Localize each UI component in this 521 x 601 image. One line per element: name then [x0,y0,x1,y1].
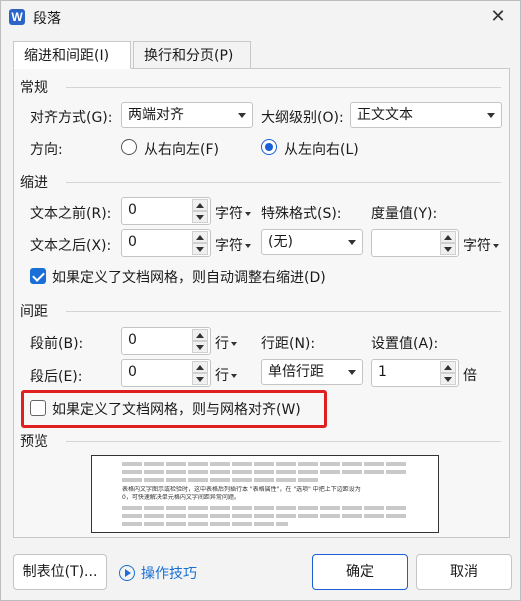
ltr-label[interactable]: 从左向右(L) [284,139,359,159]
unit-text: 字符 [215,206,243,222]
increment-icon[interactable] [440,361,456,373]
setting-value-unit: 倍 [463,368,477,384]
preview-sample-text: 表格内文字图示或检验时，这中表格后列插行本 "表格属性"，在 "选项" 中把上下… [122,486,361,493]
section-divider [66,87,501,88]
setting-value-label: 设置值(A): [371,336,439,352]
decrement-icon[interactable] [192,373,208,385]
section-preview-title: 预览 [20,434,48,450]
chevron-down-icon [231,374,237,378]
section-divider [66,441,501,442]
close-icon[interactable]: ✕ [486,5,510,29]
preview-sample-text: 0，可快速解决单元格内文字间距异常问题。 [122,494,240,501]
title-bar: W 段落 ✕ [1,1,520,33]
section-spacing-title: 间距 [20,304,48,320]
wps-writer-icon: W [9,9,25,25]
tips-link-label: 操作技巧 [141,566,197,582]
unit-text: 行 [215,368,229,384]
paragraph-dialog: W 段落 ✕ 缩进和间距(I) 换行和分页(P) 常规 对齐方式(G): 两端对… [0,0,521,601]
line-spacing-label: 行距(N): [261,336,316,352]
tips-link[interactable]: 操作技巧 [119,563,197,583]
increment-icon[interactable] [440,231,456,243]
preview-next-paragraph [122,514,408,518]
highlight-box [21,390,327,428]
indent-before-spinner[interactable]: 0 [121,197,211,225]
alignment-select[interactable]: 两端对齐 [121,102,253,128]
increment-icon[interactable] [192,329,208,341]
indent-before-value: 0 [128,202,137,218]
auto-adjust-indent-label[interactable]: 如果定义了文档网格，则自动调整右缩进(D) [52,267,326,287]
dialog-title: 段落 [33,11,61,27]
line-spacing-select[interactable]: 单倍行距 [261,359,363,385]
measure-spinner[interactable] [371,229,459,257]
cancel-button[interactable]: 取消 [416,554,512,590]
chevron-down-icon [348,240,356,245]
unit-text: 字符 [215,238,243,254]
indent-before-label: 文本之前(R): [30,206,112,222]
section-general-title: 常规 [20,80,48,96]
section-divider [66,182,501,183]
setting-value-spinner[interactable]: 1 [371,359,459,387]
tab-stops-button[interactable]: 制表位(T)... [13,554,107,590]
chevron-down-icon [245,244,251,248]
chevron-down-icon [487,113,495,118]
preview-prev-paragraph [122,478,318,482]
indent-after-value: 0 [128,234,137,250]
setting-value: 1 [378,364,387,380]
space-before-label: 段前(B): [30,336,84,352]
unit-text: 行 [215,336,229,352]
preview-box: 表格内文字图示或检验时，这中表格后列插行本 "表格属性"，在 "选项" 中把上下… [91,455,439,533]
chevron-down-icon [493,244,499,248]
ltr-radio[interactable] [261,139,277,155]
increment-icon[interactable] [192,199,208,211]
decrement-icon[interactable] [192,211,208,223]
space-before-spinner[interactable]: 0 [121,327,211,355]
decrement-icon[interactable] [440,243,456,255]
auto-adjust-indent-checkbox[interactable] [30,268,46,284]
space-before-value: 0 [128,332,137,348]
alignment-value: 两端对齐 [128,107,184,123]
space-after-label: 段后(E): [30,369,83,385]
rtl-radio[interactable] [121,139,137,155]
increment-icon[interactable] [192,231,208,243]
increment-icon[interactable] [192,361,208,373]
space-after-value: 0 [128,364,137,380]
outline-level-select[interactable]: 正文文本 [350,102,502,128]
space-before-unit[interactable]: 行 [215,333,237,353]
indent-after-unit[interactable]: 字符 [215,235,251,255]
outline-level-value: 正文文本 [357,107,413,123]
preview-next-paragraph [122,506,408,510]
tab-line-page-breaks[interactable]: 换行和分页(P) [133,41,251,69]
decrement-icon[interactable] [192,341,208,353]
play-icon [119,565,135,581]
special-format-select[interactable]: (无) [261,229,363,255]
special-format-label: 特殊格式(S): [261,206,342,222]
outline-level-label: 大纲级别(O): [261,110,344,126]
line-spacing-value: 单倍行距 [268,364,324,380]
indent-after-label: 文本之后(X): [30,238,112,254]
decrement-icon[interactable] [192,243,208,255]
chevron-down-icon [231,342,237,346]
measure-label: 度量值(Y): [371,206,438,222]
indent-after-spinner[interactable]: 0 [121,229,211,257]
space-after-unit[interactable]: 行 [215,365,237,385]
unit-text: 字符 [463,238,491,254]
chevron-down-icon [238,113,246,118]
preview-next-paragraph [122,522,288,526]
measure-unit[interactable]: 字符 [463,235,499,255]
chevron-down-icon [245,212,251,216]
special-format-value: (无) [268,234,293,250]
ok-button[interactable]: 确定 [312,554,408,590]
chevron-down-icon [348,370,356,375]
section-indent-title: 缩进 [20,175,48,191]
rtl-label[interactable]: 从右向左(F) [144,139,219,159]
decrement-icon[interactable] [440,373,456,385]
preview-prev-paragraph [122,462,408,466]
space-after-spinner[interactable]: 0 [121,359,211,387]
tab-indent-spacing[interactable]: 缩进和间距(I) [13,41,131,69]
indent-before-unit[interactable]: 字符 [215,203,251,223]
alignment-label: 对齐方式(G): [30,110,113,126]
direction-label: 方向: [30,142,63,158]
preview-prev-paragraph [122,470,408,474]
section-divider [66,311,501,312]
